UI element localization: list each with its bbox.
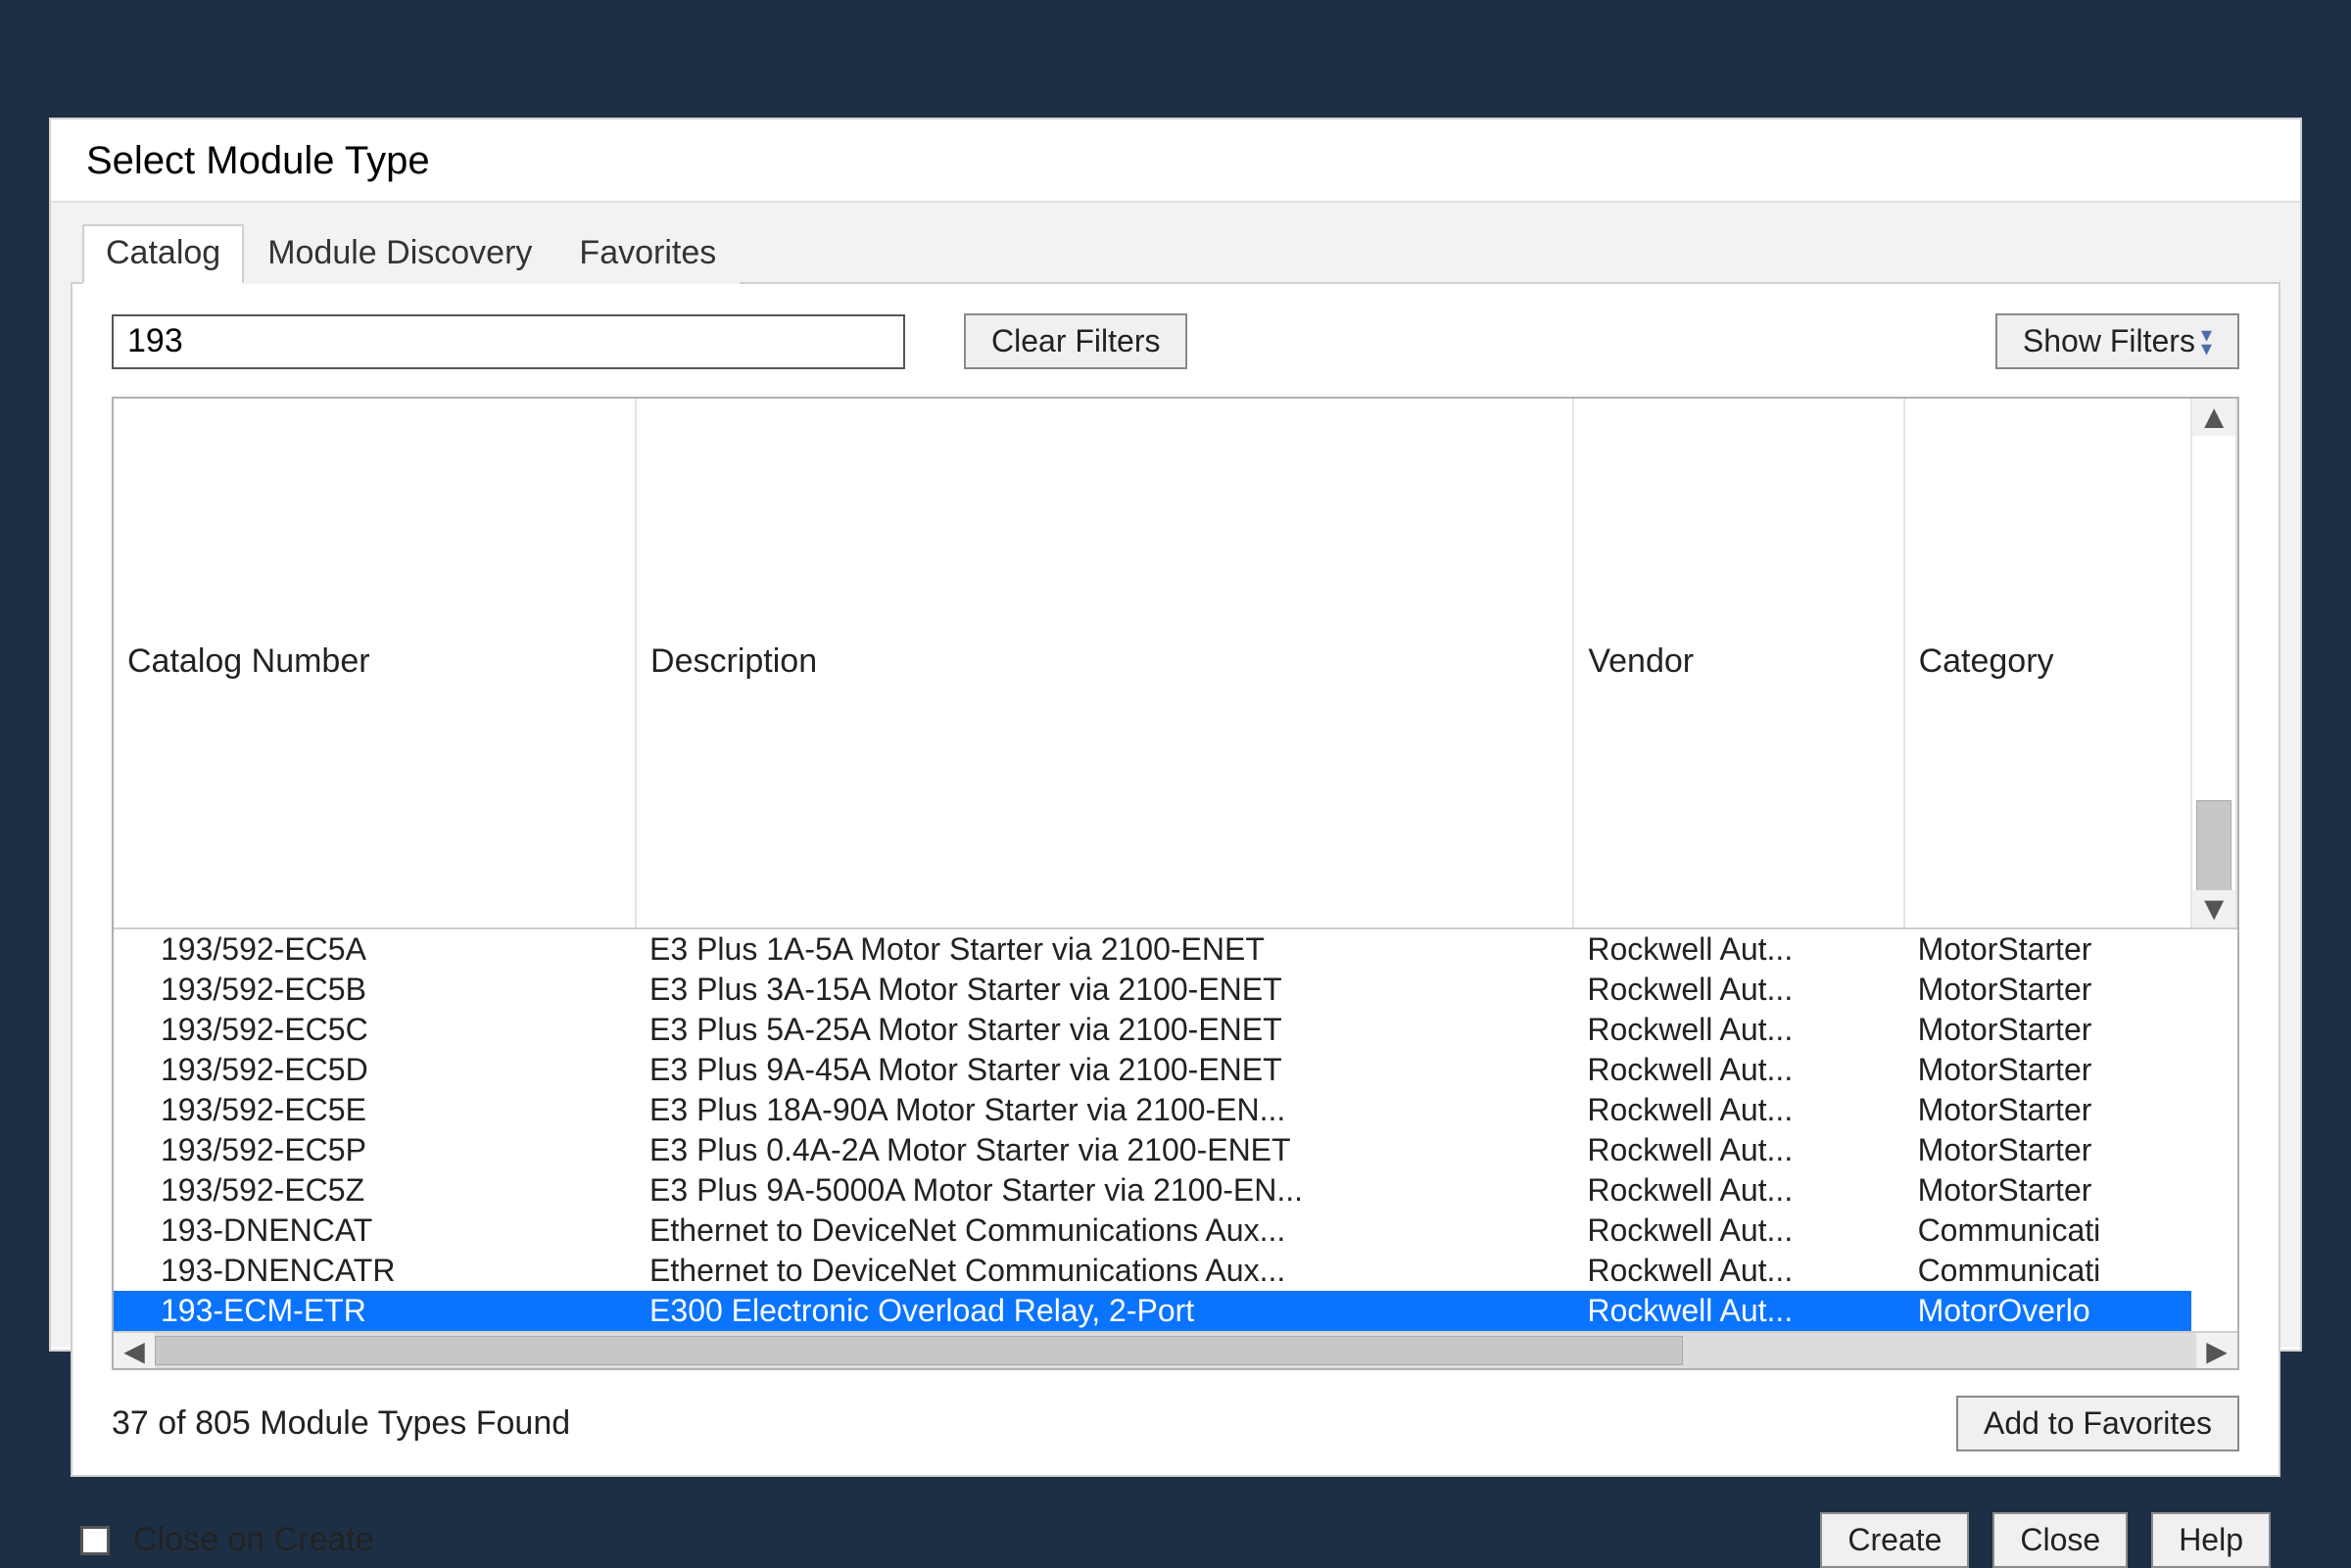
add-to-favorites-button[interactable]: Add to Favorites [1956, 1396, 2239, 1451]
cell-catalog: 193/592-EC5A [114, 928, 636, 970]
cell-description: E3 Plus 0.4A-2A Motor Starter via 2100-E… [636, 1130, 1573, 1170]
cell-vendor: Rockwell Aut... [1573, 1251, 1903, 1291]
cell-description: E3 Plus 18A-90A Motor Starter via 2100-E… [636, 1090, 1573, 1130]
help-button[interactable]: Help [2151, 1512, 2271, 1568]
cell-description: Ethernet to DeviceNet Communications Aux… [636, 1211, 1573, 1251]
cell-catalog: 193/592-EC5Z [114, 1170, 636, 1211]
cell-catalog: 193-ECM-ETR [114, 1291, 636, 1331]
close-on-create-label: Close on Create [133, 1521, 374, 1559]
cell-category: Communicati [1904, 1251, 2192, 1291]
cell-vendor: Rockwell Aut... [1573, 1170, 1903, 1211]
cell-catalog: 193/592-EC5C [114, 1010, 636, 1050]
module-grid: Catalog Number Description Vendor Catego… [112, 397, 2239, 1370]
select-module-type-dialog: Select Module Type Catalog Module Discov… [49, 118, 2302, 1352]
tab-catalog[interactable]: Catalog [82, 224, 244, 284]
cell-vendor: Rockwell Aut... [1573, 1291, 1903, 1331]
cell-category: MotorStarter [1904, 1090, 2192, 1130]
chevron-double-down-icon: ▾▾ [2201, 328, 2212, 356]
cell-catalog: 193/592-EC5D [114, 1050, 636, 1090]
hscroll-track[interactable] [155, 1333, 2196, 1368]
cell-vendor: Rockwell Aut... [1573, 1090, 1903, 1130]
cell-category: MotorOverlo [1904, 1291, 2192, 1331]
status-text: 37 of 805 Module Types Found [112, 1404, 570, 1443]
cell-vendor: Rockwell Aut... [1573, 1050, 1903, 1090]
col-header-category[interactable]: Category [1904, 399, 2192, 928]
cell-category: MotorStarter [1904, 1170, 2192, 1211]
table-row[interactable]: 193-DNENCATEthernet to DeviceNet Communi… [114, 1211, 2236, 1251]
cell-catalog: 193/592-EC5B [114, 970, 636, 1010]
cell-catalog: 193-DNENCATR [114, 1251, 636, 1291]
cell-catalog: 193-DNENCAT [114, 1211, 636, 1251]
cell-description: E3 Plus 1A-5A Motor Starter via 2100-ENE… [636, 928, 1573, 970]
table-row[interactable]: 193/592-EC5ZE3 Plus 9A-5000A Motor Start… [114, 1170, 2236, 1211]
create-button[interactable]: Create [1820, 1512, 1969, 1568]
close-on-create-checkbox[interactable] [80, 1526, 110, 1555]
tabstrip: Catalog Module Discovery Favorites [82, 224, 2280, 284]
grid-header-row: Catalog Number Description Vendor Catego… [114, 399, 2236, 928]
scroll-right-icon[interactable]: ▶ [2196, 1333, 2237, 1368]
cell-vendor: Rockwell Aut... [1573, 928, 1903, 970]
cell-category: MotorStarter [1904, 1010, 2192, 1050]
cell-catalog: 193/592-EC5E [114, 1090, 636, 1130]
tab-module-discovery[interactable]: Module Discovery [244, 224, 555, 284]
table-row[interactable]: 193/592-EC5BE3 Plus 3A-15A Motor Starter… [114, 970, 2236, 1010]
cell-vendor: Rockwell Aut... [1573, 1130, 1903, 1170]
col-header-description[interactable]: Description [636, 399, 1573, 928]
cell-description: Ethernet to DeviceNet Communications Aux… [636, 1251, 1573, 1291]
cell-catalog: 193/592-EC5P [114, 1130, 636, 1170]
scroll-up-icon[interactable]: ▲ [2192, 399, 2235, 436]
status-row: 37 of 805 Module Types Found Add to Favo… [112, 1396, 2239, 1451]
cell-description: E3 Plus 5A-25A Motor Starter via 2100-EN… [636, 1010, 1573, 1050]
table-row[interactable]: 193/592-EC5AE3 Plus 1A-5A Motor Starter … [114, 928, 2236, 970]
table-row[interactable]: 193-DNENCATREthernet to DeviceNet Commun… [114, 1251, 2236, 1291]
scroll-left-icon[interactable]: ◀ [114, 1333, 155, 1368]
scroll-down-icon[interactable]: ▼ [2192, 890, 2235, 927]
cell-vendor: Rockwell Aut... [1573, 970, 1903, 1010]
cell-description: E3 Plus 3A-15A Motor Starter via 2100-EN… [636, 970, 1573, 1010]
table-row[interactable]: 193/592-EC5CE3 Plus 5A-25A Motor Starter… [114, 1010, 2236, 1050]
filter-row: Clear Filters Show Filters ▾▾ [112, 313, 2239, 369]
table-row[interactable]: 193/592-EC5EE3 Plus 18A-90A Motor Starte… [114, 1090, 2236, 1130]
dialog-footer: Close on Create Create Close Help [71, 1512, 2280, 1568]
show-filters-label: Show Filters [2023, 323, 2195, 359]
cell-description: E300 Electronic Overload Relay, 2-Port [636, 1291, 1573, 1331]
dialog-body: Catalog Module Discovery Favorites Clear… [51, 201, 2300, 1347]
cell-category: MotorStarter [1904, 970, 2192, 1010]
table-row[interactable]: 193/592-EC5PE3 Plus 0.4A-2A Motor Starte… [114, 1130, 2236, 1170]
vertical-scrollbar[interactable]: ▲ ▼ [2191, 399, 2236, 928]
cell-vendor: Rockwell Aut... [1573, 1211, 1903, 1251]
tab-favorites[interactable]: Favorites [555, 224, 740, 284]
table-row[interactable]: 193-ECM-ETRE300 Electronic Overload Rela… [114, 1291, 2236, 1331]
cell-description: E3 Plus 9A-5000A Motor Starter via 2100-… [636, 1170, 1573, 1211]
cell-category: Communicati [1904, 1211, 2192, 1251]
horizontal-scrollbar[interactable]: ◀ ▶ [114, 1331, 2237, 1368]
catalog-panel: Clear Filters Show Filters ▾▾ Catalog Nu… [71, 282, 2280, 1477]
search-input[interactable] [112, 314, 905, 369]
cell-category: MotorStarter [1904, 1130, 2192, 1170]
hscroll-thumb[interactable] [155, 1336, 1683, 1365]
show-filters-button[interactable]: Show Filters ▾▾ [1995, 313, 2239, 369]
clear-filters-button[interactable]: Clear Filters [964, 313, 1187, 369]
cell-description: E3 Plus 9A-45A Motor Starter via 2100-EN… [636, 1050, 1573, 1090]
col-header-vendor[interactable]: Vendor [1573, 399, 1903, 928]
close-button[interactable]: Close [1992, 1512, 2128, 1568]
table-row[interactable]: 193/592-EC5DE3 Plus 9A-45A Motor Starter… [114, 1050, 2236, 1090]
dialog-title: Select Module Type [51, 119, 2300, 201]
col-header-catalog[interactable]: Catalog Number [114, 399, 636, 928]
cell-vendor: Rockwell Aut... [1573, 1010, 1903, 1050]
cell-category: MotorStarter [1904, 1050, 2192, 1090]
cell-category: MotorStarter [1904, 928, 2192, 970]
